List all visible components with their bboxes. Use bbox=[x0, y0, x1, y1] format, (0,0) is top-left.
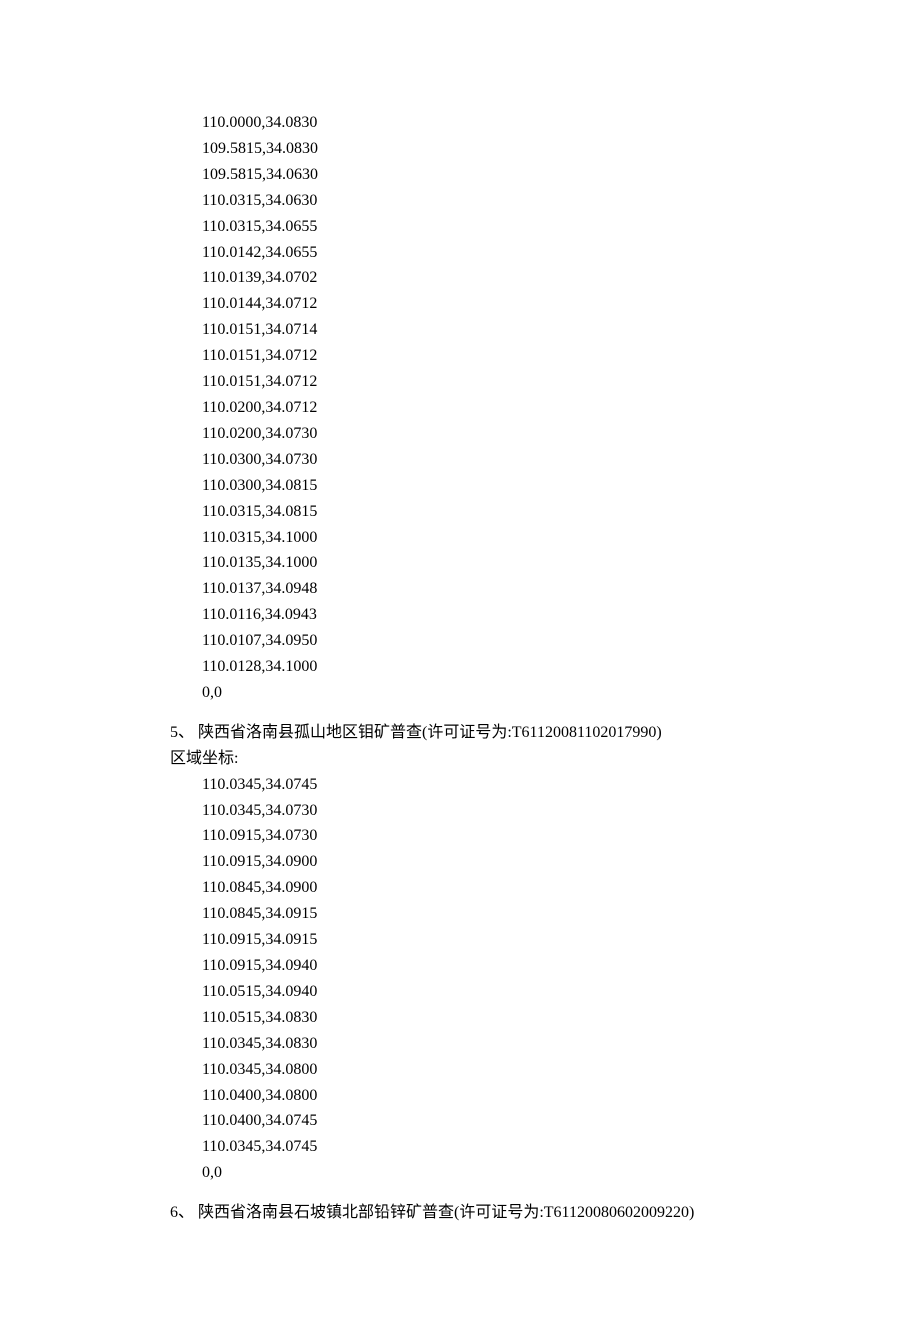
coord-line: 109.5815,34.0830 bbox=[202, 136, 750, 162]
coord-line: 110.0200,34.0712 bbox=[202, 395, 750, 421]
coord-line: 110.0315,34.0630 bbox=[202, 188, 750, 214]
coord-line: 110.0345,34.0745 bbox=[202, 772, 750, 798]
coord-line: 110.0137,34.0948 bbox=[202, 576, 750, 602]
coord-line: 110.0151,34.0712 bbox=[202, 343, 750, 369]
coord-line: 110.0915,34.0900 bbox=[202, 849, 750, 875]
section-5-area-label: 区域坐标: bbox=[170, 746, 750, 772]
coord-line: 0,0 bbox=[202, 680, 750, 706]
coord-line: 110.0915,34.0730 bbox=[202, 823, 750, 849]
coord-line: 110.0345,34.0830 bbox=[202, 1031, 750, 1057]
coord-line: 110.0107,34.0950 bbox=[202, 628, 750, 654]
coord-line: 110.0915,34.0915 bbox=[202, 927, 750, 953]
coord-line: 110.0151,34.0714 bbox=[202, 317, 750, 343]
coord-line: 0,0 bbox=[202, 1160, 750, 1186]
coord-line: 110.0400,34.0745 bbox=[202, 1108, 750, 1134]
coord-line: 110.0151,34.0712 bbox=[202, 369, 750, 395]
coord-line: 110.0845,34.0915 bbox=[202, 901, 750, 927]
coord-line: 110.0515,34.0830 bbox=[202, 1005, 750, 1031]
coord-line: 110.0000,34.0830 bbox=[202, 110, 750, 136]
coord-line: 110.0128,34.1000 bbox=[202, 654, 750, 680]
coord-line: 110.0345,34.0800 bbox=[202, 1057, 750, 1083]
coord-line: 110.0915,34.0940 bbox=[202, 953, 750, 979]
coord-line: 110.0116,34.0943 bbox=[202, 602, 750, 628]
coord-line: 110.0515,34.0940 bbox=[202, 979, 750, 1005]
coord-line: 110.0200,34.0730 bbox=[202, 421, 750, 447]
coord-line: 110.0845,34.0900 bbox=[202, 875, 750, 901]
coord-line: 110.0142,34.0655 bbox=[202, 240, 750, 266]
coord-list-block1: 110.0000,34.0830109.5815,34.0830109.5815… bbox=[170, 110, 750, 706]
coord-line: 110.0144,34.0712 bbox=[202, 291, 750, 317]
coord-list-section5: 110.0345,34.0745110.0345,34.0730110.0915… bbox=[170, 772, 750, 1187]
coord-line: 110.0315,34.0815 bbox=[202, 499, 750, 525]
coord-line: 110.0400,34.0800 bbox=[202, 1083, 750, 1109]
coord-line: 110.0345,34.0745 bbox=[202, 1134, 750, 1160]
coord-line: 110.0345,34.0730 bbox=[202, 798, 750, 824]
coord-line: 110.0300,34.0815 bbox=[202, 473, 750, 499]
coord-line: 110.0315,34.1000 bbox=[202, 525, 750, 551]
section-5-heading: 5、 陕西省洛南县孤山地区钼矿普查(许可证号为:T611200811020179… bbox=[170, 720, 750, 746]
coord-line: 109.5815,34.0630 bbox=[202, 162, 750, 188]
coord-line: 110.0315,34.0655 bbox=[202, 214, 750, 240]
coord-line: 110.0139,34.0702 bbox=[202, 265, 750, 291]
section-6-heading: 6、 陕西省洛南县石坡镇北部铅锌矿普查(许可证号为:T6112008060200… bbox=[170, 1200, 750, 1226]
document-page: 110.0000,34.0830109.5815,34.0830109.5815… bbox=[0, 0, 920, 1326]
coord-line: 110.0135,34.1000 bbox=[202, 550, 750, 576]
coord-line: 110.0300,34.0730 bbox=[202, 447, 750, 473]
